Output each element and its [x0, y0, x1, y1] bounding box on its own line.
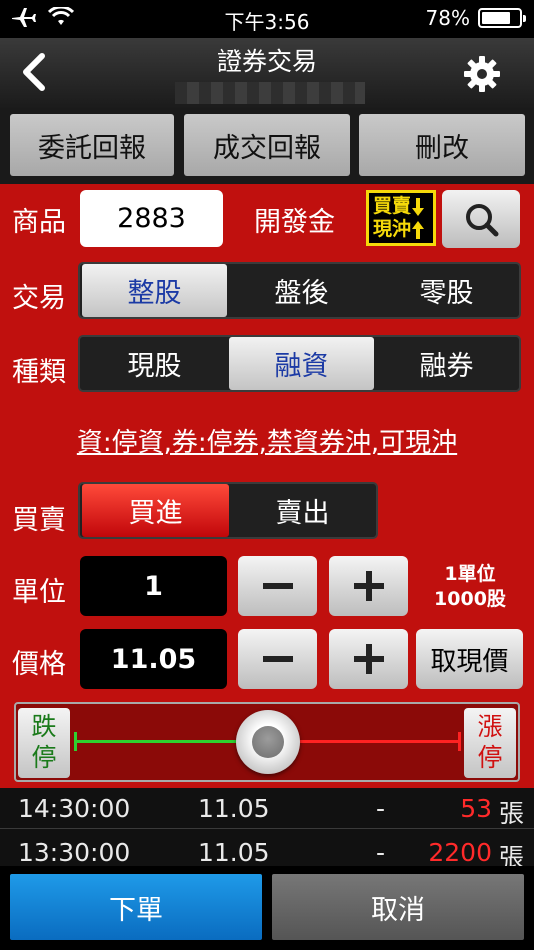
search-icon: [466, 204, 499, 237]
side-option-buy[interactable]: 買進: [82, 484, 229, 537]
category-option-short[interactable]: 融券: [374, 337, 519, 390]
tick-volume: 2200: [428, 838, 492, 867]
settings-button[interactable]: [464, 56, 500, 92]
unit-input[interactable]: 1: [80, 556, 227, 616]
limit-up-button[interactable]: 漲 停: [464, 708, 516, 778]
tick-change: -: [376, 838, 386, 867]
unit-note-line2: 1000股: [434, 588, 506, 610]
category-label: 種類: [12, 357, 66, 388]
plus-icon: [353, 571, 384, 601]
tab-order-report[interactable]: 委託回報: [10, 114, 174, 176]
status-bar: 下午3:56 78%: [0, 0, 534, 38]
price-label: 價格: [12, 649, 66, 680]
tick-price: 11.05: [198, 794, 270, 823]
product-label: 商品: [12, 207, 66, 238]
unit-label: 單位: [12, 577, 66, 608]
tick-change: -: [376, 794, 386, 823]
tick-unit: 張: [498, 799, 524, 828]
tick-list: 14:30:00 11.05 - 53 張 13:30:00 11.05 - 2…: [0, 788, 534, 872]
cancel-button[interactable]: 取消: [272, 874, 524, 940]
unit-note-line1: 1單位: [444, 563, 496, 585]
limit-down-line2: 停: [31, 743, 57, 772]
limit-down-button[interactable]: 跌 停: [18, 708, 70, 778]
price-increase-button[interactable]: [329, 629, 408, 689]
trade-type-option-regular[interactable]: 整股: [82, 264, 227, 317]
arrow-up-icon: [412, 220, 425, 239]
gear-icon: [464, 56, 500, 92]
day-trade-badge[interactable]: 買賣 現沖: [366, 190, 436, 246]
battery-percent: 78%: [425, 6, 470, 30]
side-label: 買賣: [12, 505, 66, 536]
price-limit-slider: 跌 停 漲 停: [14, 702, 520, 782]
tick-volume: 53: [460, 794, 492, 823]
plus-icon: [353, 644, 384, 674]
trade-type-option-oddlot[interactable]: 零股: [374, 264, 519, 317]
action-bar: 下單 取消: [0, 866, 534, 950]
minus-icon: [262, 656, 293, 662]
tab-modify[interactable]: 刪改: [359, 114, 525, 176]
price-input[interactable]: 11.05: [80, 629, 227, 689]
divider: [0, 828, 534, 829]
limit-down-line1: 跌: [31, 712, 57, 741]
limit-up-line2: 停: [477, 743, 503, 772]
tick-row: 14:30:00 11.05 - 53 張: [0, 790, 534, 828]
category-option-cash[interactable]: 現股: [82, 337, 227, 390]
tick-time: 14:30:00: [18, 794, 131, 823]
order-form: 商品 2883 開發金 買賣 現沖 交易 整股 盤後 零股 種類 現股 融資 融…: [0, 184, 534, 788]
price-decrease-button[interactable]: [238, 629, 317, 689]
side-option-sell[interactable]: 賣出: [229, 484, 376, 537]
tick-price: 11.05: [198, 838, 270, 867]
status-right: 78%: [425, 6, 526, 30]
product-name: 開發金: [254, 207, 335, 238]
tab-fill-report[interactable]: 成交回報: [184, 114, 350, 176]
search-button[interactable]: [442, 190, 520, 248]
badge-line1: 買賣: [373, 195, 412, 217]
tick-time: 13:30:00: [18, 838, 131, 867]
badge-line2: 現沖: [373, 218, 412, 240]
page-title: 證券交易: [216, 47, 317, 76]
product-code-input[interactable]: 2883: [80, 190, 223, 247]
account-redacted: [175, 82, 365, 104]
slider-max-cap: [458, 732, 461, 751]
trade-type-selector: 整股 盤後 零股: [78, 262, 521, 319]
side-selector: 買進 賣出: [78, 482, 378, 539]
trade-type-label: 交易: [12, 283, 66, 314]
unit-note: 1單位 1000股: [418, 562, 522, 612]
nav-bar: 證券交易: [0, 38, 534, 108]
report-tabs: 委託回報 成交回報 刪改: [0, 108, 534, 184]
get-current-price-button[interactable]: 取現價: [416, 629, 523, 689]
minus-icon: [262, 583, 293, 589]
category-selector: 現股 融資 融券: [78, 335, 521, 392]
battery-icon: [478, 8, 526, 28]
trade-type-option-afterhours[interactable]: 盤後: [229, 264, 374, 317]
place-order-button[interactable]: 下單: [10, 874, 262, 940]
unit-decrease-button[interactable]: [238, 556, 317, 616]
trading-notice-link[interactable]: 資:停資,券:停券,禁資券沖,可現沖: [0, 422, 534, 459]
unit-increase-button[interactable]: [329, 556, 408, 616]
category-option-margin[interactable]: 融資: [229, 337, 374, 390]
limit-up-line1: 漲: [477, 712, 503, 741]
arrow-down-icon: [412, 197, 425, 216]
slider-thumb[interactable]: [236, 710, 300, 774]
